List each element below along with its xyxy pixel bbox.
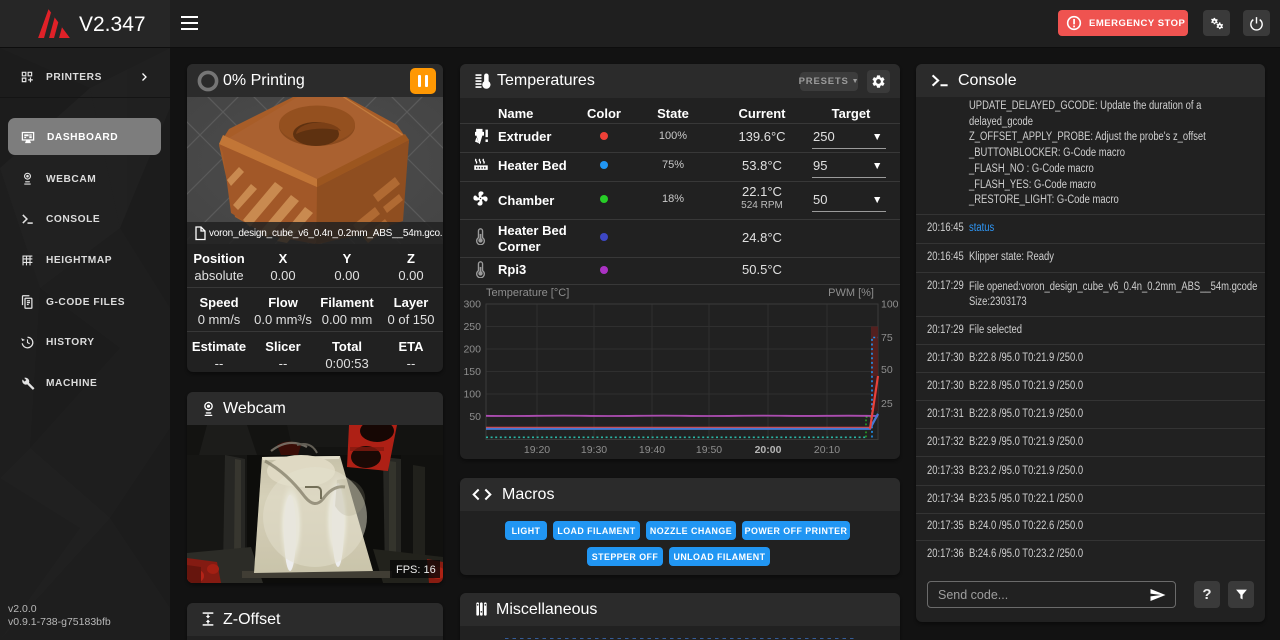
svg-text:FPS: 16: FPS: 16 <box>396 564 436 576</box>
svg-text:20:00: 20:00 <box>755 444 782 455</box>
svg-text:19:50: 19:50 <box>696 444 722 455</box>
svg-text:19:40: 19:40 <box>639 444 665 455</box>
svg-text:PWM [%]: PWM [%] <box>828 287 874 299</box>
svg-text:100: 100 <box>463 389 481 401</box>
svg-text:voron_design_cube_v6_0.4n_0.2m: voron_design_cube_v6_0.4n_0.2mm_ABS__54m… <box>209 228 443 239</box>
svg-text:75: 75 <box>881 332 893 344</box>
svg-text:20:10: 20:10 <box>814 444 840 455</box>
svg-text:Temperature [°C]: Temperature [°C] <box>486 287 569 299</box>
svg-text:200: 200 <box>463 344 481 356</box>
svg-text:50: 50 <box>469 411 481 423</box>
svg-text:250: 250 <box>463 321 481 333</box>
svg-text:19:20: 19:20 <box>524 444 550 455</box>
svg-text:25: 25 <box>881 398 893 410</box>
svg-text:150: 150 <box>463 366 481 378</box>
svg-text:50: 50 <box>881 364 893 376</box>
svg-text:300: 300 <box>463 299 481 311</box>
svg-text:100: 100 <box>881 299 899 311</box>
svg-text:19:30: 19:30 <box>581 444 607 455</box>
